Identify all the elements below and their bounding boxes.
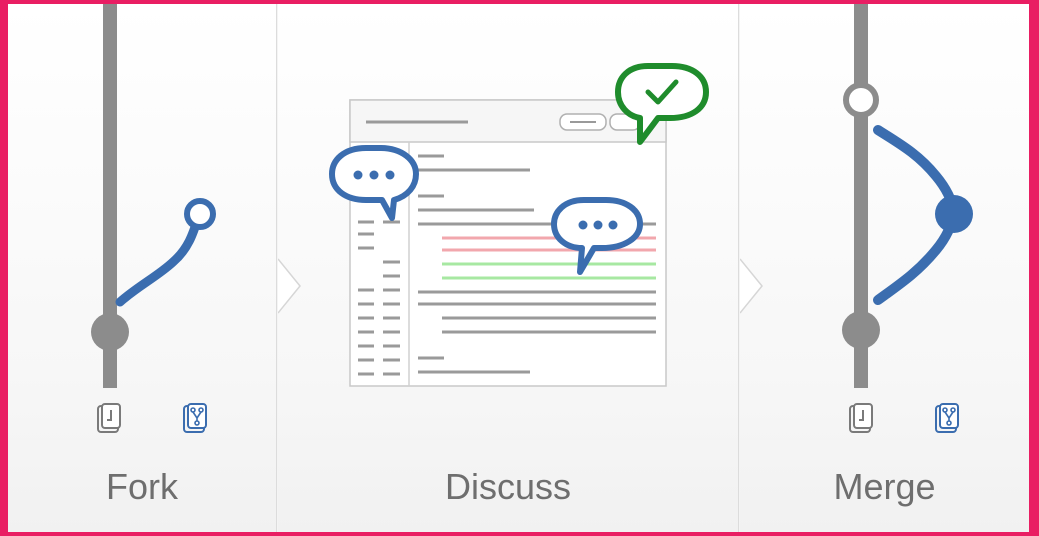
merge-node (843, 82, 879, 118)
step-label-discuss: Discuss (444, 466, 572, 507)
fork-node (184, 198, 216, 230)
fork-repo-icon (183, 403, 207, 433)
repo-icon (97, 403, 121, 433)
fork-branch-line (115, 213, 203, 307)
merge-illustration (740, 4, 973, 433)
commit-node (842, 311, 880, 349)
step-label-merge: Merge (833, 466, 936, 507)
workflow-diagram: Fork Discuss Merge (8, 4, 1029, 532)
branch-commit-node (935, 195, 973, 233)
fork-repo-icon (935, 403, 959, 433)
discuss-panel: Discuss (278, 4, 738, 532)
divider (276, 4, 277, 532)
chevron-separator-icon (740, 258, 763, 314)
chevron-separator-icon (278, 258, 301, 314)
discuss-illustration (278, 63, 709, 387)
divider (738, 4, 739, 532)
step-label-fork: Fork (106, 466, 178, 507)
repo-icon (849, 403, 873, 433)
fork-panel: Fork (8, 4, 276, 532)
commit-node (91, 313, 129, 351)
merge-panel: Merge (740, 4, 1029, 532)
fork-illustration (91, 4, 216, 433)
